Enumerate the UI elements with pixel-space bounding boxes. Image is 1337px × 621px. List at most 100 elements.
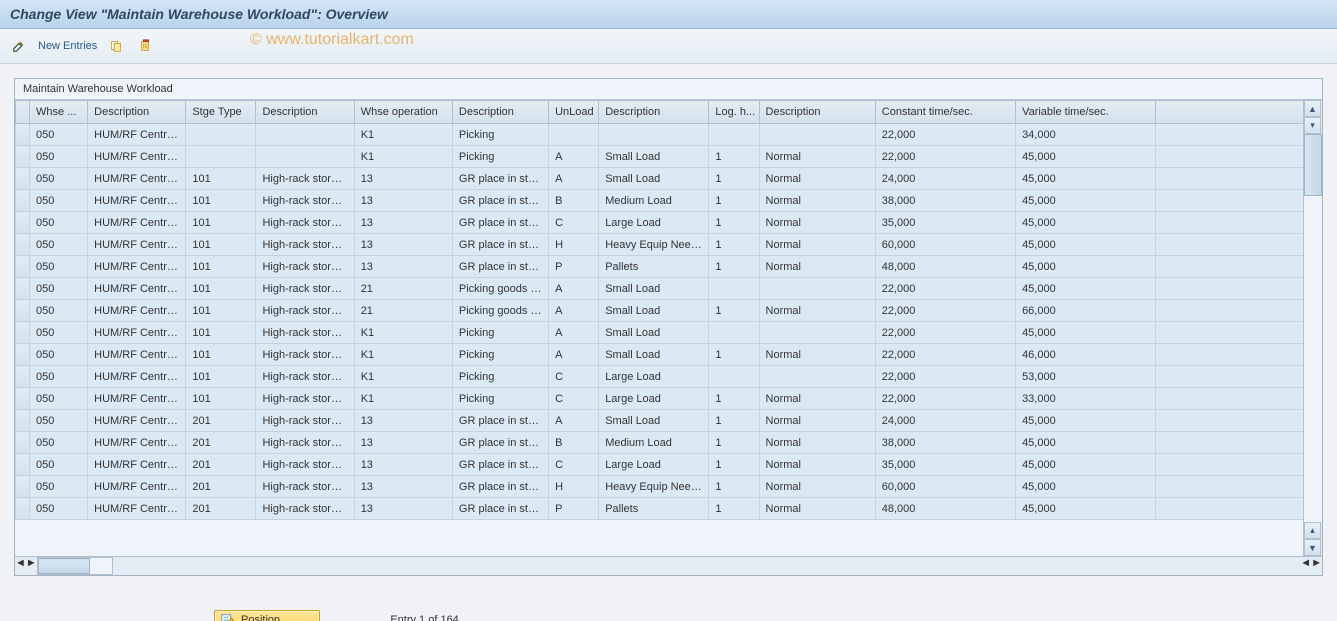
col-select[interactable]	[16, 101, 30, 124]
cell-desc4[interactable]: Pallets	[599, 498, 709, 520]
cell-whse[interactable]: 050	[30, 124, 88, 146]
cell-stype[interactable]: 201	[186, 432, 256, 454]
cell-unload[interactable]: H	[549, 234, 599, 256]
row-selector[interactable]	[16, 344, 30, 366]
cell-desc3[interactable]: GR place in sto…	[452, 476, 548, 498]
cell-stype[interactable]: 101	[186, 344, 256, 366]
cell-whse[interactable]: 050	[30, 190, 88, 212]
cell-desc5[interactable]: Normal	[759, 212, 875, 234]
cell-ct[interactable]: 22,000	[875, 278, 1015, 300]
table-row[interactable]: 050HUM/RF Central W…101High-rack storage…	[16, 256, 1304, 278]
cell-desc1[interactable]: HUM/RF Central W…	[88, 498, 186, 520]
cell-ct[interactable]: 22,000	[875, 146, 1015, 168]
cell-vt[interactable]: 45,000	[1016, 322, 1156, 344]
cell-desc2[interactable]: High-rack storage	[256, 168, 354, 190]
col-whse[interactable]: Whse ...	[30, 101, 88, 124]
delete-icon[interactable]	[135, 35, 157, 57]
cell-desc3[interactable]: Picking	[452, 124, 548, 146]
cell-ct[interactable]: 22,000	[875, 322, 1015, 344]
cell-unload[interactable]	[549, 124, 599, 146]
cell-stype[interactable]: 201	[186, 476, 256, 498]
cell-desc4[interactable]: Small Load	[599, 168, 709, 190]
cell-vt[interactable]: 46,000	[1016, 344, 1156, 366]
cell-desc3[interactable]: GR place in sto…	[452, 256, 548, 278]
cell-whop[interactable]: 13	[354, 190, 452, 212]
cell-desc4[interactable]: Medium Load	[599, 432, 709, 454]
vertical-scrollbar[interactable]: ▲ ▾ ▴ ▼	[1303, 99, 1322, 556]
cell-stype[interactable]: 201	[186, 498, 256, 520]
cell-desc4[interactable]: Small Load	[599, 300, 709, 322]
cell-vt[interactable]: 45,000	[1016, 454, 1156, 476]
cell-ct[interactable]: 38,000	[875, 190, 1015, 212]
cell-vt[interactable]: 45,000	[1016, 498, 1156, 520]
hscroll-thumb[interactable]	[38, 558, 90, 574]
cell-desc3[interactable]: GR place in sto…	[452, 498, 548, 520]
cell-whse[interactable]: 050	[30, 256, 88, 278]
cell-desc4[interactable]: Small Load	[599, 146, 709, 168]
cell-vt[interactable]: 45,000	[1016, 190, 1156, 212]
cell-log[interactable]: 1	[709, 212, 759, 234]
cell-desc4[interactable]: Medium Load	[599, 190, 709, 212]
cell-stype[interactable]: 101	[186, 388, 256, 410]
cell-stype[interactable]: 101	[186, 322, 256, 344]
cell-desc5[interactable]: Normal	[759, 234, 875, 256]
cell-stype[interactable]: 201	[186, 410, 256, 432]
cell-ct[interactable]: 60,000	[875, 476, 1015, 498]
new-entries-button[interactable]: New Entries	[38, 40, 97, 52]
row-selector[interactable]	[16, 190, 30, 212]
cell-unload[interactable]: A	[549, 168, 599, 190]
cell-stype[interactable]	[186, 146, 256, 168]
cell-unload[interactable]: A	[549, 322, 599, 344]
row-selector[interactable]	[16, 366, 30, 388]
cell-whop[interactable]: 13	[354, 256, 452, 278]
cell-vt[interactable]: 45,000	[1016, 476, 1156, 498]
row-selector[interactable]	[16, 454, 30, 476]
cell-desc5[interactable]	[759, 366, 875, 388]
cell-desc4[interactable]: Large Load	[599, 366, 709, 388]
cell-stype[interactable]: 201	[186, 454, 256, 476]
cell-whse[interactable]: 050	[30, 300, 88, 322]
cell-desc1[interactable]: HUM/RF Central W…	[88, 190, 186, 212]
cell-ct[interactable]: 22,000	[875, 388, 1015, 410]
cell-desc3[interactable]: GR place in sto…	[452, 234, 548, 256]
table-row[interactable]: 050HUM/RF Central W…201High-rack storag……	[16, 498, 1304, 520]
cell-ct[interactable]: 22,000	[875, 366, 1015, 388]
cell-log[interactable]: 1	[709, 476, 759, 498]
cell-whop[interactable]: 13	[354, 476, 452, 498]
cell-desc4[interactable]: Large Load	[599, 454, 709, 476]
table-row[interactable]: 050HUM/RF Central W…K1Picking22,00034,00…	[16, 124, 1304, 146]
cell-desc5[interactable]: Normal	[759, 454, 875, 476]
row-selector[interactable]	[16, 410, 30, 432]
cell-log[interactable]: 1	[709, 190, 759, 212]
col-desc4[interactable]: Description	[599, 101, 709, 124]
cell-desc2[interactable]: High-rack storage	[256, 278, 354, 300]
cell-stype[interactable]: 101	[186, 300, 256, 322]
cell-whop[interactable]: 13	[354, 498, 452, 520]
cell-whop[interactable]: 13	[354, 454, 452, 476]
cell-desc1[interactable]: HUM/RF Central W…	[88, 278, 186, 300]
col-log[interactable]: Log. h...	[709, 101, 759, 124]
cell-whop[interactable]: 13	[354, 168, 452, 190]
cell-desc4[interactable]: Heavy Equip Need…	[599, 476, 709, 498]
cell-desc1[interactable]: HUM/RF Central W…	[88, 212, 186, 234]
cell-desc2[interactable]: High-rack storage	[256, 300, 354, 322]
cell-desc1[interactable]: HUM/RF Central W…	[88, 366, 186, 388]
cell-log[interactable]: 1	[709, 498, 759, 520]
cell-desc3[interactable]: GR place in sto…	[452, 454, 548, 476]
cell-desc5[interactable]	[759, 322, 875, 344]
cell-whse[interactable]: 050	[30, 476, 88, 498]
row-selector[interactable]	[16, 498, 30, 520]
scroll-down-icon[interactable]: ▼	[1304, 539, 1321, 556]
cell-log[interactable]	[709, 124, 759, 146]
cell-desc1[interactable]: HUM/RF Central W…	[88, 256, 186, 278]
row-selector[interactable]	[16, 124, 30, 146]
cell-desc5[interactable]	[759, 124, 875, 146]
cell-desc3[interactable]: GR place in sto…	[452, 168, 548, 190]
cell-desc5[interactable]: Normal	[759, 168, 875, 190]
cell-desc4[interactable]: Pallets	[599, 256, 709, 278]
cell-unload[interactable]: P	[549, 498, 599, 520]
cell-whop[interactable]: K1	[354, 366, 452, 388]
cell-desc3[interactable]: Picking	[452, 146, 548, 168]
cell-desc1[interactable]: HUM/RF Central W…	[88, 454, 186, 476]
cell-vt[interactable]: 45,000	[1016, 234, 1156, 256]
